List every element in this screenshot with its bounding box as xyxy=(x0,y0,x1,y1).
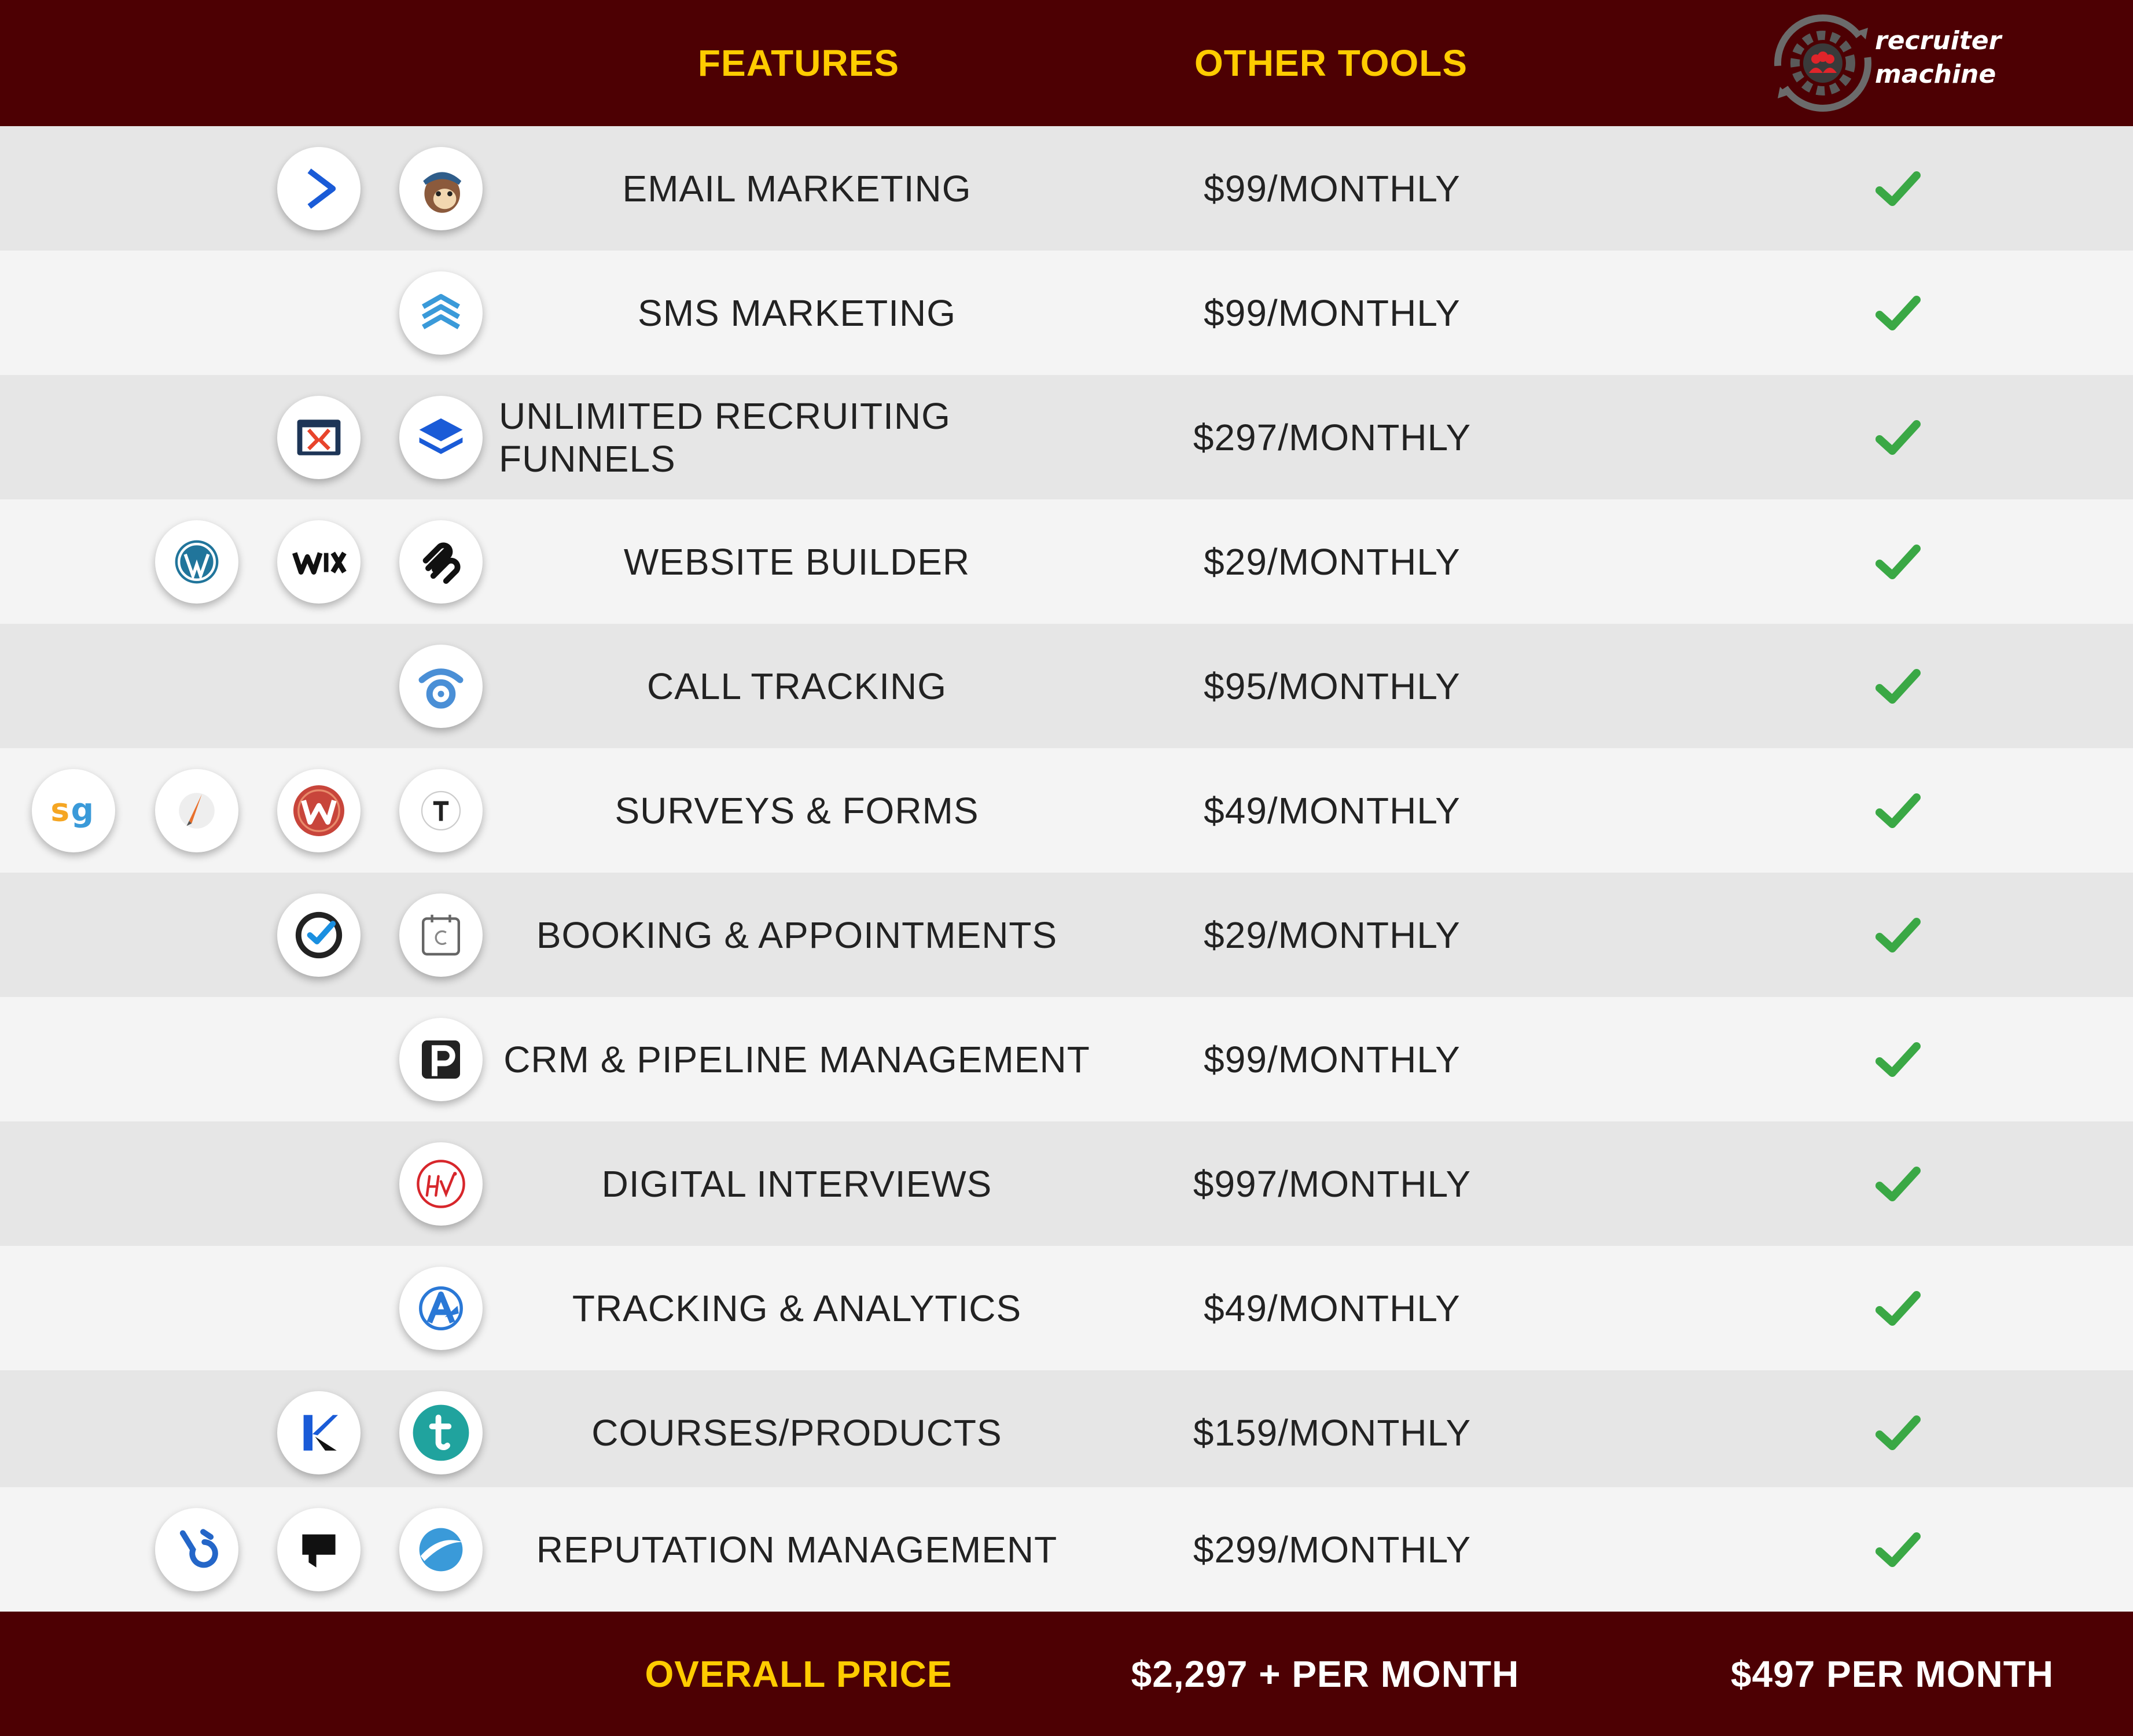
price-label: $29/MONTHLY xyxy=(1204,914,1461,956)
feature-label: REPUTATION MANAGEMENT xyxy=(536,1528,1058,1571)
table-row: WEBSITE BUILDER $29/MONTHLY xyxy=(0,499,2133,624)
callrail-icon xyxy=(399,645,483,728)
feature-label: UNLIMITED RECRUITING FUNNELS xyxy=(499,395,951,480)
table-row: COURSES/PRODUCTS $159/MONTHLY xyxy=(0,1370,2133,1495)
swirl-icon xyxy=(399,1508,483,1591)
calendar-icon xyxy=(399,893,483,977)
clock-check-icon xyxy=(277,893,361,977)
table-row: CALL TRACKING $95/MONTHLY xyxy=(0,624,2133,748)
feature-label: CRM & PIPELINE MANAGEMENT xyxy=(503,1038,1090,1080)
price-label: $29/MONTHLY xyxy=(1204,540,1461,583)
pen-icon xyxy=(155,769,238,852)
wufoo-icon xyxy=(277,769,361,852)
table-row: SMS MARKETING $99/MONTHLY xyxy=(0,251,2133,375)
check-icon xyxy=(1840,624,1956,748)
pipedrive-icon xyxy=(399,1018,483,1101)
analytics-icon xyxy=(399,1267,483,1350)
recruiter-machine-logo: recruiter machine xyxy=(1771,8,2025,118)
check-icon xyxy=(1840,251,1956,375)
table-row: sg SURVEYS & FORMS $49/MONTHLY xyxy=(0,748,2133,873)
squarespace-icon xyxy=(399,520,483,604)
price-label: $159/MONTHLY xyxy=(1193,1411,1472,1454)
teachable-icon xyxy=(399,1391,483,1474)
check-icon xyxy=(1840,375,1956,499)
check-icon xyxy=(1840,126,1956,251)
layers-icon xyxy=(399,396,483,479)
check-icon xyxy=(1840,499,1956,624)
feature-label: BOOKING & APPOINTMENTS xyxy=(536,914,1058,956)
check-icon xyxy=(1840,1121,1956,1246)
price-label: $997/MONTHLY xyxy=(1193,1163,1472,1205)
clickfunnels-icon xyxy=(277,396,361,479)
price-label: $297/MONTHLY xyxy=(1193,416,1472,458)
birdeye-icon xyxy=(155,1508,238,1591)
price-label: $49/MONTHLY xyxy=(1204,1287,1461,1329)
svg-text:g: g xyxy=(71,792,94,829)
price-label: $99/MONTHLY xyxy=(1204,292,1461,334)
feature-label: WEBSITE BUILDER xyxy=(623,540,970,583)
check-icon xyxy=(1840,748,1956,873)
typeform-icon xyxy=(399,769,483,852)
svg-text:s: s xyxy=(50,792,69,829)
activecampaign-icon xyxy=(277,147,361,230)
features-heading: FEATURES xyxy=(697,42,900,84)
price-label: $95/MONTHLY xyxy=(1204,665,1461,707)
feature-label: TRACKING & ANALYTICS xyxy=(572,1287,1022,1329)
check-icon xyxy=(1840,873,1956,997)
overall-price-label: OVERALL PRICE xyxy=(645,1653,953,1695)
stacked-chevrons-icon xyxy=(399,271,483,355)
feature-label: COURSES/PRODUCTS xyxy=(591,1411,1002,1454)
table-row: BOOKING & APPOINTMENTS $29/MONTHLY xyxy=(0,873,2133,997)
feature-label: EMAIL MARKETING xyxy=(622,167,972,209)
check-icon xyxy=(1840,1370,1956,1495)
price-label: $49/MONTHLY xyxy=(1204,789,1461,832)
mailchimp-icon xyxy=(399,147,483,230)
other-tools-total: $2,297 + PER MONTH xyxy=(1131,1653,1520,1695)
check-icon xyxy=(1840,997,1956,1121)
table-row: REPUTATION MANAGEMENT $299/MONTHLY xyxy=(0,1487,2133,1612)
check-icon xyxy=(1840,1246,1956,1370)
table-row: EMAIL MARKETING $99/MONTHLY xyxy=(0,126,2133,251)
table-row: DIGITAL INTERVIEWS $997/MONTHLY xyxy=(0,1121,2133,1246)
table-header: FEATURES OTHER TOOLS recruiter machine xyxy=(0,0,2133,126)
feature-label: CALL TRACKING xyxy=(646,665,947,707)
wix-icon xyxy=(277,520,361,604)
recruiter-machine-total: $497 PER MONTH xyxy=(1730,1653,2054,1695)
table-row: UNLIMITED RECRUITING FUNNELS $297/MONTHL… xyxy=(0,375,2133,499)
feature-label: SMS MARKETING xyxy=(638,292,956,334)
table-footer: OVERALL PRICE $2,297 + PER MONTH $497 PE… xyxy=(0,1612,2133,1736)
price-label: $299/MONTHLY xyxy=(1193,1528,1472,1571)
kajabi-icon xyxy=(277,1391,361,1474)
gear-logo-icon xyxy=(1774,14,1871,112)
price-label: $99/MONTHLY xyxy=(1204,1038,1461,1080)
brand-line-2: machine xyxy=(1875,60,1996,89)
brand-line-1: recruiter xyxy=(1875,26,2002,56)
podium-icon xyxy=(277,1508,361,1591)
feature-label: DIGITAL INTERVIEWS xyxy=(601,1163,992,1205)
surveygizmo-icon: sg xyxy=(32,769,115,852)
feature-label: SURVEYS & FORMS xyxy=(615,789,979,832)
hirevue-icon xyxy=(399,1142,483,1226)
table-row: CRM & PIPELINE MANAGEMENT $99/MONTHLY xyxy=(0,997,2133,1121)
price-label: $99/MONTHLY xyxy=(1204,167,1461,209)
wordpress-icon xyxy=(155,520,238,604)
table-row: TRACKING & ANALYTICS $49/MONTHLY xyxy=(0,1246,2133,1370)
check-icon xyxy=(1840,1487,1956,1612)
other-tools-heading: OTHER TOOLS xyxy=(1194,42,1468,84)
comparison-table: FEATURES OTHER TOOLS recruiter machine E… xyxy=(0,0,2133,1736)
